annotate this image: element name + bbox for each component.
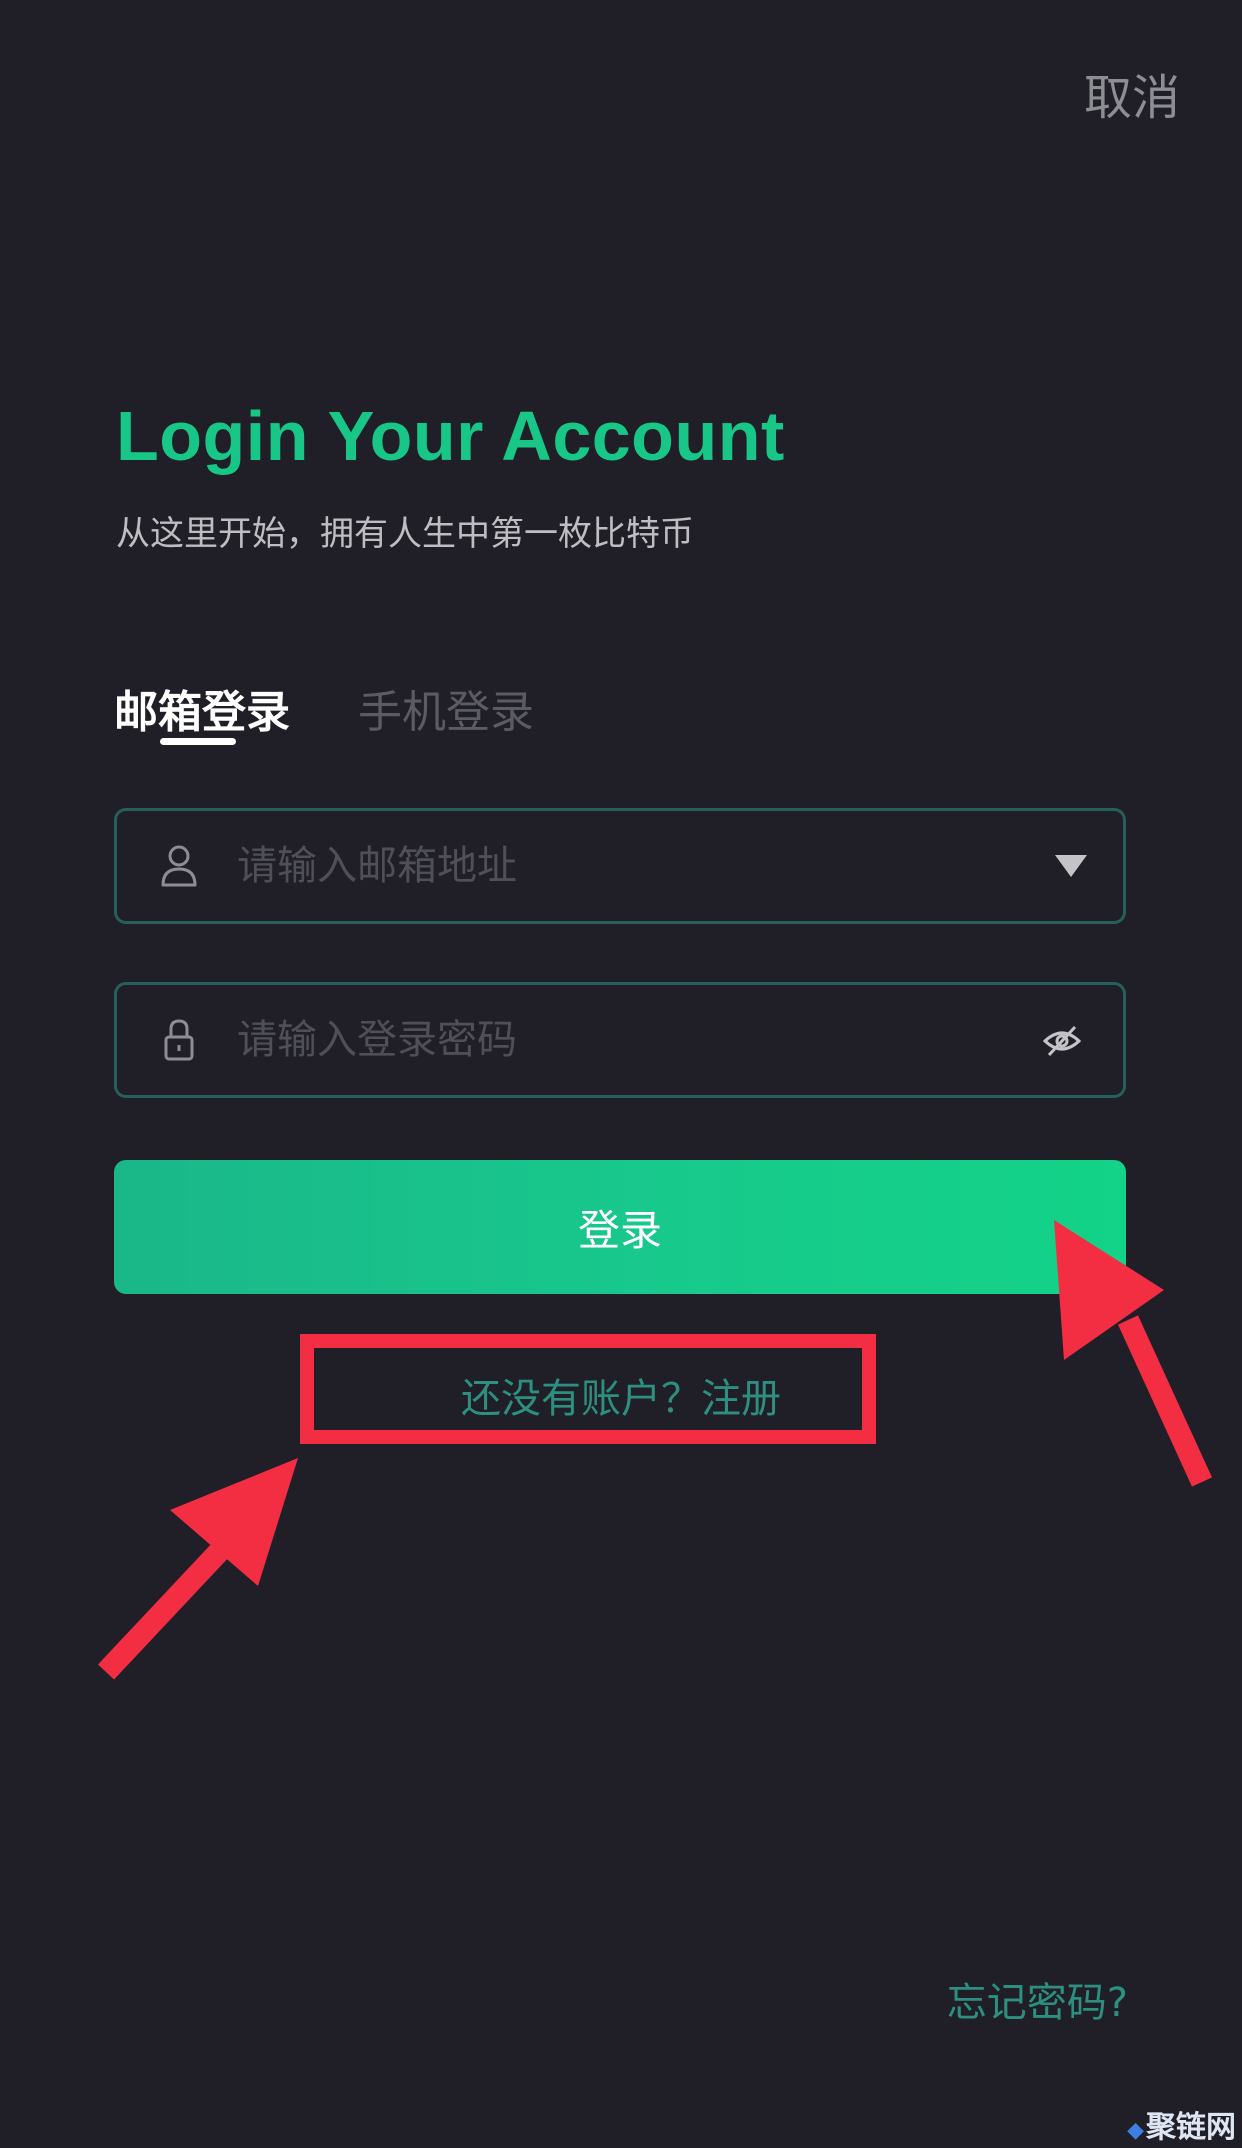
password-input[interactable]	[237, 985, 1017, 1095]
active-tab-indicator	[160, 738, 236, 745]
eye-off-icon[interactable]	[1043, 1023, 1081, 1059]
email-field[interactable]	[114, 808, 1126, 924]
email-input[interactable]	[237, 811, 1017, 921]
tab-phone-login[interactable]: 手机登录	[358, 676, 534, 740]
forgot-password-link[interactable]: 忘记密码?	[947, 1970, 1128, 2028]
page-title: Login Your Account	[116, 397, 785, 475]
user-icon	[161, 845, 197, 887]
watermark-diamond-icon: ◆	[1127, 2117, 1144, 2143]
lock-icon	[164, 1019, 194, 1061]
chevron-down-icon[interactable]	[1053, 851, 1089, 881]
page-subtitle: 从这里开始，拥有人生中第一枚比特币	[116, 514, 694, 554]
login-button[interactable]: 登录	[114, 1160, 1126, 1294]
cancel-button[interactable]: 取消	[1084, 58, 1180, 128]
annotation-arrow-left	[97, 1458, 298, 1680]
watermark-logo: ◆聚链网	[1127, 2110, 1236, 2145]
password-field[interactable]	[114, 982, 1126, 1098]
annotation-arrow-right	[1054, 1220, 1213, 1487]
tab-email-login[interactable]: 邮箱登录	[114, 676, 290, 740]
